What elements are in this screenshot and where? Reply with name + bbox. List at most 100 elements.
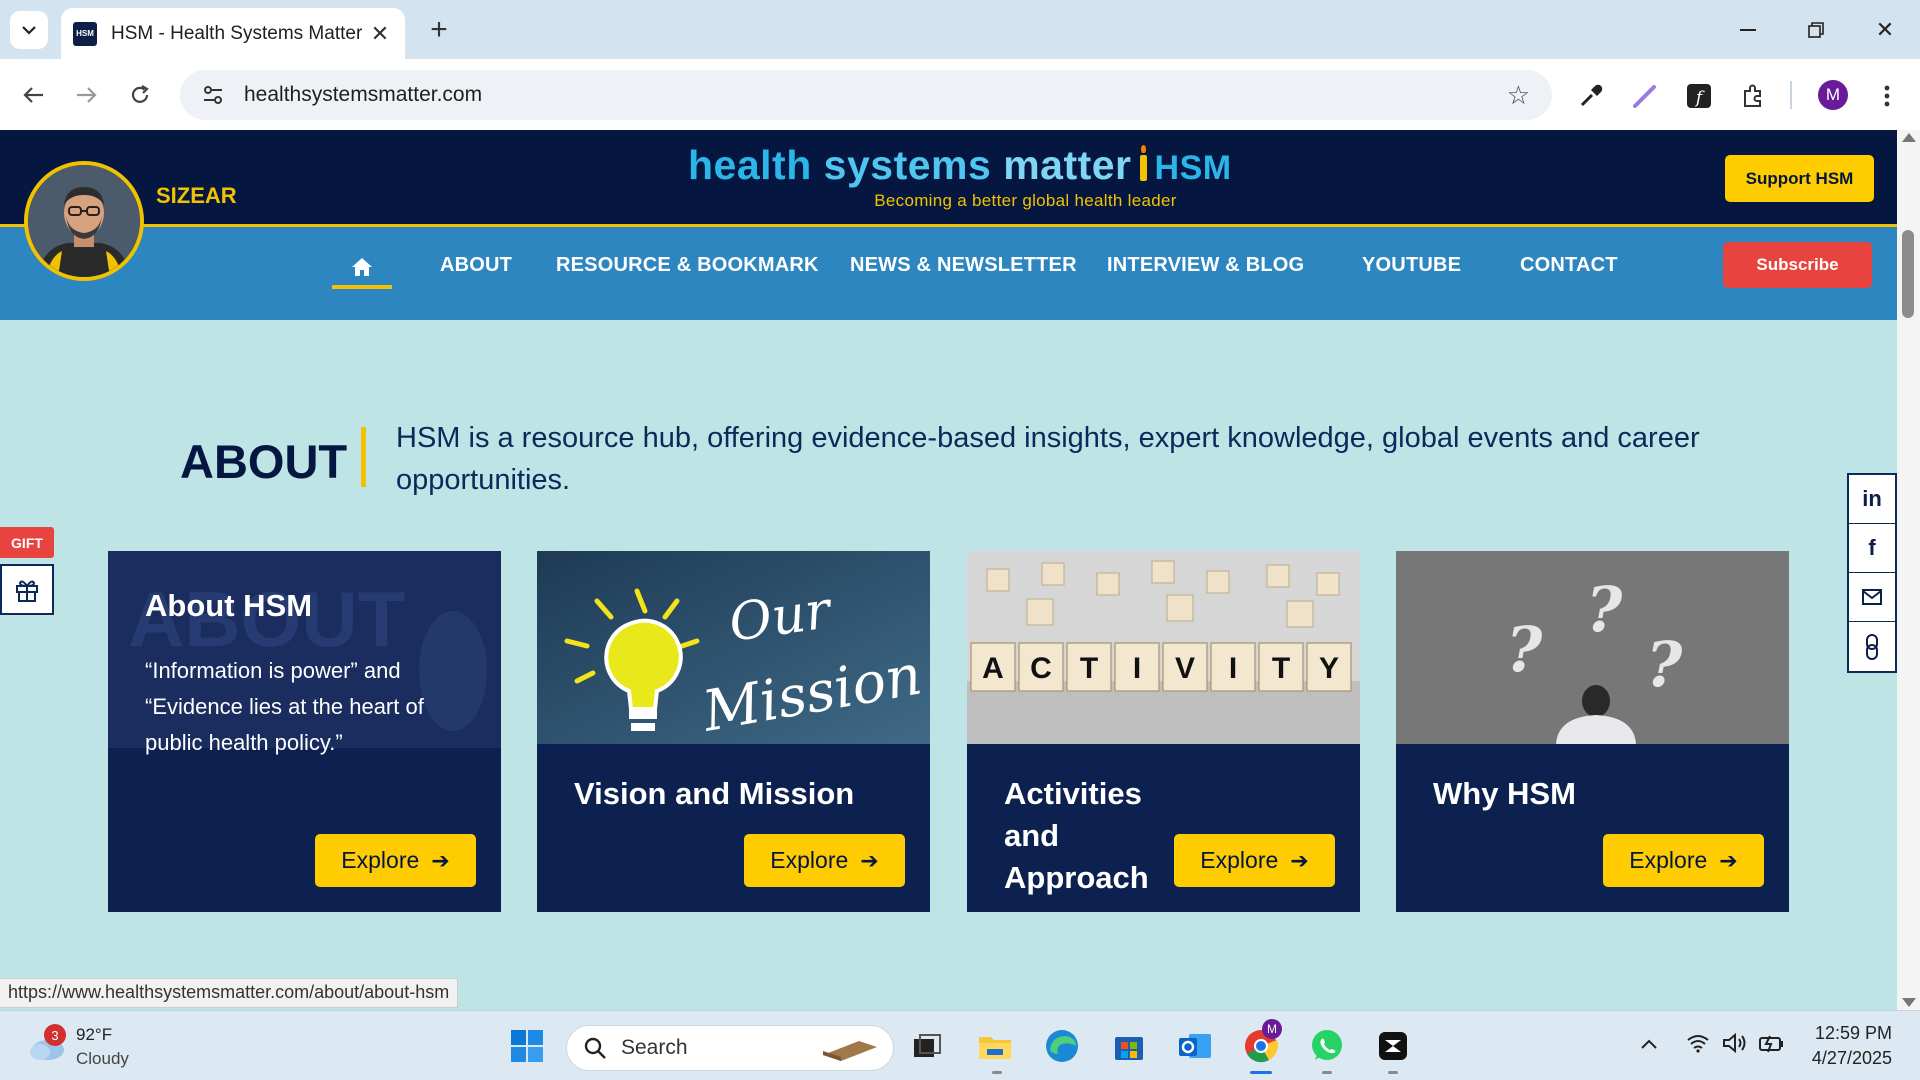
- taskbar-search[interactable]: Search: [566, 1025, 894, 1071]
- card-title: Vision and Mission: [574, 776, 855, 811]
- page-scrollbar[interactable]: [1897, 130, 1920, 1010]
- card-why-hsm[interactable]: ? ? ? Why HSM Explore ➔: [1396, 551, 1789, 912]
- pen-extension-icon[interactable]: [1628, 79, 1662, 113]
- nav-news-newsletter[interactable]: NEWS & NEWSLETTER: [850, 254, 1077, 277]
- site-info-icon[interactable]: [198, 80, 228, 110]
- card-mission-image: Our Mission: [537, 551, 930, 744]
- block-letter: T: [1272, 652, 1290, 685]
- formula-extension-icon[interactable]: f: [1682, 79, 1716, 113]
- chevron-up-icon[interactable]: [1640, 1033, 1658, 1056]
- candle-icon: [1139, 145, 1147, 181]
- gift-button[interactable]: [0, 564, 54, 615]
- wifi-icon[interactable]: [1686, 1033, 1710, 1059]
- nav-youtube[interactable]: YOUTUBE: [1362, 254, 1461, 277]
- explore-button[interactable]: Explore ➔: [315, 834, 476, 887]
- close-tab-icon[interactable]: ✕: [367, 21, 393, 47]
- browser-tab-active[interactable]: HSM HSM - Health Systems Matter ✕: [61, 8, 405, 59]
- about-description: HSM is a resource hub, offering evidence…: [396, 422, 1700, 496]
- bookmark-star-icon[interactable]: ☆: [1507, 80, 1530, 111]
- home-icon: [352, 258, 372, 276]
- main-navigation: ABOUT RESOURCE & BOOKMARK NEWS & NEWSLET…: [0, 227, 1897, 320]
- app-running-indicator: [1388, 1071, 1398, 1074]
- explore-button[interactable]: Explore ➔: [744, 834, 905, 887]
- card-about-hsm[interactable]: ABOUT About HSM “Information is power” a…: [108, 551, 501, 912]
- volume-icon[interactable]: [1722, 1032, 1748, 1059]
- outlook-icon[interactable]: [1174, 1025, 1216, 1067]
- url-text[interactable]: healthsystemsmatter.com: [244, 83, 1507, 107]
- facebook-icon[interactable]: f: [1849, 524, 1895, 573]
- explore-button[interactable]: Explore ➔: [1174, 834, 1335, 887]
- nav-about[interactable]: ABOUT: [440, 254, 512, 277]
- reload-icon[interactable]: [120, 75, 160, 115]
- chrome-profile-badge: M: [1262, 1019, 1282, 1039]
- back-arrow-icon[interactable]: [14, 75, 54, 115]
- question-mark-icon: ?: [1506, 613, 1543, 686]
- question-mark-icon: ?: [1586, 573, 1623, 646]
- profile-photo[interactable]: [24, 161, 144, 281]
- nav-home[interactable]: [332, 249, 392, 289]
- tab-search-button[interactable]: [10, 11, 48, 49]
- support-hsm-button[interactable]: Support HSM: [1725, 155, 1874, 202]
- ms-store-icon[interactable]: [1108, 1025, 1150, 1067]
- linkedin-icon[interactable]: in: [1849, 475, 1895, 524]
- logo-word-systems: systems: [823, 142, 992, 188]
- nav-resource-bookmark[interactable]: RESOURCE & BOOKMARK: [556, 254, 819, 277]
- restore-icon[interactable]: [1786, 10, 1846, 50]
- arrow-right-icon: ➔: [860, 847, 879, 873]
- link-status-bubble: https://www.healthsystemsmatter.com/abou…: [0, 978, 459, 1008]
- kebab-menu-icon[interactable]: [1870, 79, 1904, 113]
- block-letter: I: [1229, 652, 1237, 685]
- copy-link-icon[interactable]: [1849, 622, 1895, 671]
- explore-button[interactable]: Explore ➔: [1603, 834, 1764, 887]
- whatsapp-icon[interactable]: [1306, 1025, 1348, 1067]
- block-letter: A: [982, 652, 1004, 685]
- battery-icon[interactable]: [1758, 1033, 1786, 1059]
- hsm-logo[interactable]: health systems matter HSM Becoming a bett…: [688, 142, 1231, 211]
- extensions-puzzle-icon[interactable]: [1736, 79, 1770, 113]
- explore-label: Explore: [770, 847, 849, 873]
- system-clock[interactable]: 12:59 PM 4/27/2025: [1800, 1021, 1892, 1071]
- edge-browser-icon[interactable]: [1041, 1025, 1083, 1067]
- new-tab-button[interactable]: +: [422, 13, 456, 47]
- weather-alert-badge: 3: [44, 1024, 66, 1046]
- temperature: 92°F: [76, 1025, 113, 1044]
- site-header: SIZEAR health systems matter HSM Becoming…: [0, 130, 1897, 227]
- user-name[interactable]: SIZEAR: [156, 183, 237, 209]
- nav-contact[interactable]: CONTACT: [1520, 254, 1618, 277]
- browser-tab-strip: HSM HSM - Health Systems Matter ✕ + ✕: [0, 0, 1920, 59]
- nav-interview-blog[interactable]: INTERVIEW & BLOG: [1107, 254, 1304, 277]
- card-vision-mission[interactable]: Our Mission Vision and Mission Explore ➔: [537, 551, 930, 912]
- about-heading: ABOUT: [180, 435, 348, 488]
- weather-condition: Cloudy: [76, 1049, 129, 1068]
- page-viewport: SIZEAR health systems matter HSM Becoming…: [0, 130, 1897, 1010]
- file-explorer-icon[interactable]: [974, 1025, 1016, 1067]
- app-active-indicator: [1250, 1071, 1272, 1074]
- forward-arrow-icon[interactable]: [66, 75, 106, 115]
- scroll-down-arrow-icon[interactable]: [1902, 998, 1916, 1007]
- profile-avatar[interactable]: M: [1818, 80, 1848, 110]
- block-letter: T: [1080, 652, 1098, 685]
- search-placeholder: Search: [621, 1036, 688, 1059]
- scroll-up-arrow-icon[interactable]: [1902, 133, 1916, 142]
- card-title: Activities and Approach: [1004, 776, 1149, 895]
- scroll-thumb[interactable]: [1902, 230, 1914, 318]
- capcut-icon[interactable]: [1372, 1025, 1414, 1067]
- weather-widget[interactable]: 3 92°F Cloudy: [26, 1023, 129, 1071]
- app-running-indicator: [992, 1071, 1002, 1074]
- address-bar[interactable]: healthsystemsmatter.com ☆: [180, 70, 1552, 120]
- card-activities-approach[interactable]: A C T I V I T Y Activities and Approach …: [967, 551, 1360, 912]
- block-letter: V: [1175, 652, 1195, 685]
- about-divider: [361, 427, 366, 487]
- close-window-icon[interactable]: ✕: [1855, 10, 1915, 50]
- gift-label[interactable]: GIFT: [0, 527, 54, 558]
- card-quote: “Information is power” and “Evidence lie…: [145, 658, 424, 755]
- subscribe-button[interactable]: Subscribe: [1723, 242, 1872, 288]
- windows-start-icon[interactable]: [506, 1025, 548, 1067]
- email-icon[interactable]: [1849, 573, 1895, 622]
- logo-word-matter: matter: [1003, 142, 1132, 188]
- toolbar-divider: [1790, 81, 1792, 109]
- chrome-icon[interactable]: M: [1240, 1019, 1282, 1067]
- eyedropper-extension-icon[interactable]: [1574, 79, 1608, 113]
- minimize-icon[interactable]: [1718, 10, 1778, 50]
- task-view-icon[interactable]: [906, 1025, 948, 1067]
